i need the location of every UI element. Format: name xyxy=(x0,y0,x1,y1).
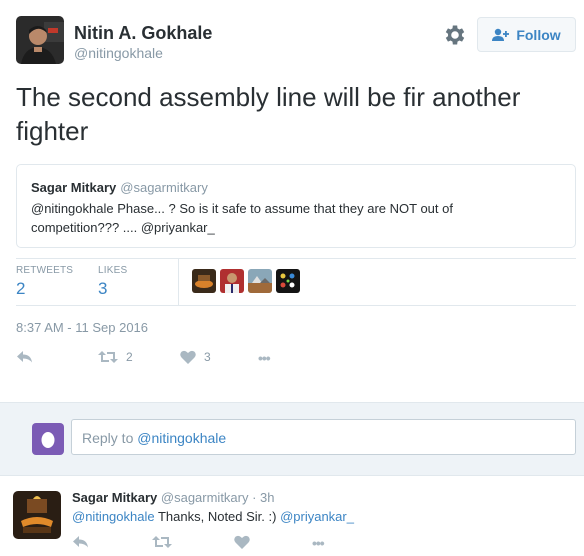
reply-author-avatar[interactable] xyxy=(13,491,61,539)
follow-label: Follow xyxy=(516,26,561,43)
retweets-count: 2 xyxy=(16,279,26,298)
like-count: 3 xyxy=(204,350,211,364)
liker-avatar[interactable] xyxy=(276,269,300,293)
reply-text: @nitingokhale Thanks, Noted Sir. :) @pri… xyxy=(72,509,354,524)
reply-text-body: Thanks, Noted Sir. :) xyxy=(154,509,281,524)
egg-icon xyxy=(41,432,55,448)
liker-avatar[interactable] xyxy=(220,269,244,293)
reply-mention: @nitingokhale xyxy=(137,430,227,446)
heart-icon xyxy=(234,535,250,549)
likes-count: 3 xyxy=(98,279,108,298)
liker-avatar[interactable] xyxy=(248,269,272,293)
retweet-button[interactable]: 2 xyxy=(98,350,133,364)
more-button[interactable]: ••• xyxy=(258,350,271,366)
author-handle[interactable]: @nitingokhale xyxy=(74,45,163,61)
tweet-stats: RETWEETS 2 LIKES 3 xyxy=(16,258,576,306)
reply-composer: Reply to @nitingokhale xyxy=(0,402,584,476)
user-avatar[interactable] xyxy=(32,423,64,455)
reply-prefix: Reply to xyxy=(82,430,138,446)
retweets-stat[interactable]: RETWEETS 2 xyxy=(16,265,73,299)
reply-retweet-button[interactable] xyxy=(152,535,172,549)
follow-button[interactable]: Follow xyxy=(477,17,576,52)
heart-icon xyxy=(180,350,196,364)
reply-text-mention[interactable]: @nitingokhale xyxy=(72,509,155,524)
reply-tweet[interactable]: Sagar Mitkary @sagarmitkary · 3h @niting… xyxy=(0,477,584,556)
quote-author: Sagar Mitkary @sagarmitkary xyxy=(31,180,208,195)
reply-text-mention-2[interactable]: @priyankar_ xyxy=(280,509,354,524)
quote-mention: @nitingokhale xyxy=(31,201,114,216)
reply-author-name[interactable]: Sagar Mitkary xyxy=(72,490,157,505)
tweet-timestamp[interactable]: 8:37 AM - 11 Sep 2016 xyxy=(16,320,148,335)
main-tweet: Nitin A. Gokhale @nitingokhale Follow Th… xyxy=(0,0,584,402)
stats-divider xyxy=(178,259,179,305)
reply-time[interactable]: · 3h xyxy=(249,490,274,505)
likes-stat[interactable]: LIKES 3 xyxy=(98,265,127,299)
quote-author-handle: @sagarmitkary xyxy=(120,180,208,195)
reply-button[interactable] xyxy=(16,350,34,364)
more-icon: ••• xyxy=(312,535,325,551)
tweet-text: The second assembly line will be fir ano… xyxy=(16,82,521,146)
quoted-tweet[interactable]: Sagar Mitkary @sagarmitkary @nitingokhale… xyxy=(16,164,576,248)
gear-icon[interactable] xyxy=(442,22,468,48)
quote-text: @nitingokhale Phase... ? So is it safe t… xyxy=(31,199,531,237)
author-avatar[interactable] xyxy=(16,16,64,64)
likes-label: LIKES xyxy=(98,265,128,276)
reply-author-handle[interactable]: @sagarmitkary xyxy=(161,490,249,505)
retweet-icon xyxy=(98,351,118,363)
like-button[interactable]: 3 xyxy=(180,350,211,364)
retweet-icon xyxy=(152,536,172,548)
more-icon: ••• xyxy=(258,350,271,366)
quote-author-name: Sagar Mitkary xyxy=(31,180,117,195)
reply-actions: ••• xyxy=(72,535,372,555)
quote-mention-2: @priyankar_ xyxy=(140,220,215,235)
retweet-count: 2 xyxy=(126,350,133,364)
add-user-icon xyxy=(492,28,510,41)
reply-icon xyxy=(73,536,88,548)
retweets-label: RETWEETS xyxy=(16,265,74,276)
reply-input[interactable]: Reply to @nitingokhale xyxy=(71,419,576,455)
reply-reply-button[interactable] xyxy=(72,535,90,549)
liker-avatar[interactable] xyxy=(192,269,216,293)
likers-list xyxy=(192,269,300,293)
author-name[interactable]: Nitin A. Gokhale xyxy=(74,23,212,44)
tweet-actions: 2 3 ••• xyxy=(16,350,316,372)
reply-like-button[interactable] xyxy=(234,535,250,549)
reply-icon xyxy=(17,351,32,363)
reply-header: Sagar Mitkary @sagarmitkary · 3h xyxy=(72,490,275,505)
reply-more-button[interactable]: ••• xyxy=(312,535,325,551)
